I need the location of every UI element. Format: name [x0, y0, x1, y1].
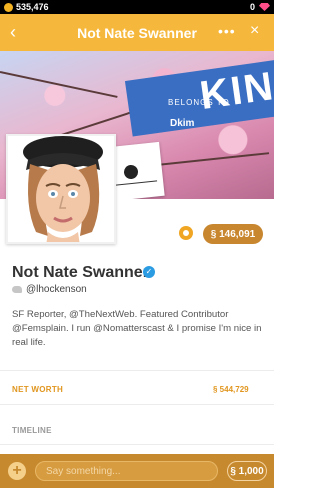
add-icon[interactable]: + — [8, 462, 26, 480]
close-icon[interactable]: × — [250, 22, 259, 40]
balance: 535,476 — [4, 2, 49, 12]
profile-avatar[interactable] — [6, 134, 116, 244]
timeline-label: TIMELINE — [12, 426, 52, 435]
composer-bar: + Say something... § 1,000 — [0, 454, 274, 488]
page-title: Not Nate Swanner — [77, 24, 197, 41]
branch-shape — [0, 71, 118, 98]
twitter-handle[interactable]: @lhockenson — [12, 284, 87, 295]
divider — [0, 444, 274, 445]
twitter-handle-text: @lhockenson — [26, 284, 87, 295]
net-worth-label: NET WORTH — [12, 385, 64, 394]
compose-input[interactable]: Say something... — [35, 461, 218, 481]
belongs-to-label: BELONGS TO — [168, 98, 230, 107]
back-icon[interactable]: ‹ — [10, 23, 16, 41]
more-options-icon[interactable]: ••• — [218, 23, 236, 39]
top-bar: ‹ Not Nate Swanner ••• × — [0, 14, 274, 51]
gear-icon[interactable] — [179, 226, 193, 240]
coin-icon — [4, 2, 13, 12]
owner-name[interactable]: Dkim — [170, 118, 194, 129]
send-price-button[interactable]: § 1,000 — [227, 461, 267, 481]
status-bar: 535,476 0 — [0, 0, 274, 14]
gem-count-value: 0 — [249, 2, 255, 12]
verified-icon: ✓ — [143, 266, 155, 278]
gem-icon — [259, 3, 270, 11]
divider — [0, 404, 274, 405]
bitmoji-avatar-icon — [8, 136, 114, 242]
twitter-bird-icon — [12, 286, 22, 293]
balance-value: 535,476 — [16, 2, 49, 12]
bomb-icon — [123, 164, 139, 180]
net-worth-value: § 544,729 — [213, 385, 249, 394]
profile-bio: SF Reporter, @TheNextWeb. Featured Contr… — [12, 309, 262, 348]
profile-name: Not Nate Swanner — [12, 264, 149, 281]
profile-price-button[interactable]: § 146,091 — [203, 224, 263, 244]
gem-count: 0 — [250, 2, 270, 12]
divider — [0, 370, 274, 371]
